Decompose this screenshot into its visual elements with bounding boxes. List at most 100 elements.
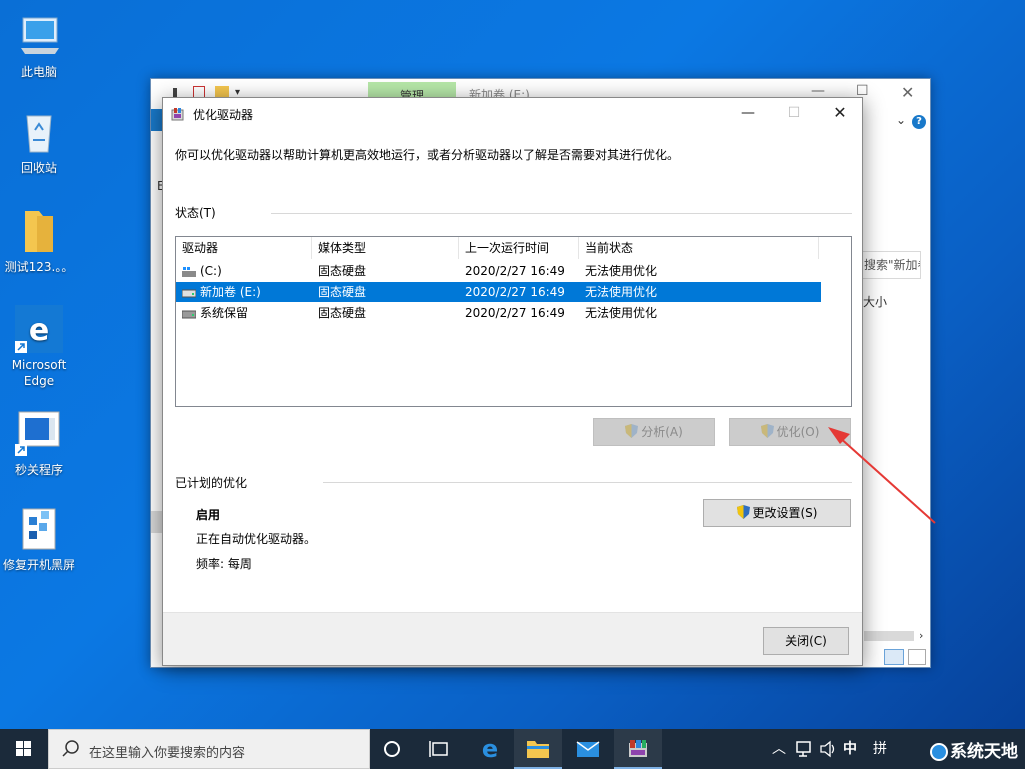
defrag-app-icon bbox=[171, 107, 185, 121]
uac-shield-icon bbox=[736, 502, 750, 519]
mail-icon bbox=[576, 741, 600, 757]
ime-language-indicator[interactable]: 中 bbox=[843, 729, 857, 769]
analyze-button[interactable]: 分析(A) bbox=[593, 418, 715, 446]
drive-last-run: 2020/2/27 16:49 bbox=[465, 285, 565, 299]
cortana-circle-icon bbox=[384, 741, 400, 757]
schedule-description: 正在自动优化驱动器。 bbox=[196, 532, 317, 546]
expand-ribbon-icon[interactable]: ⌄ bbox=[896, 113, 906, 127]
program-icon bbox=[15, 410, 63, 458]
annotation-arrow bbox=[828, 427, 936, 524]
drive-media-type: 固态硬盘 bbox=[318, 264, 367, 278]
drive-media-type: 固态硬盘 bbox=[318, 285, 367, 299]
maximize-icon: ☐ bbox=[787, 105, 801, 121]
status-label: 状态(T) bbox=[175, 206, 216, 220]
search-icon bbox=[61, 739, 81, 762]
taskbar-search-placeholder: 在这里输入你要搜索的内容 bbox=[89, 746, 246, 761]
watermark-globe-icon bbox=[930, 743, 948, 761]
desktop-icon-repair[interactable]: 修复开机黑屏 bbox=[0, 505, 81, 573]
optimize-button-label: 优化(O) bbox=[776, 425, 820, 439]
drive-row-e[interactable]: 新加卷 (E:) 固态硬盘 2020/2/27 16:49 无法使用优化 bbox=[176, 282, 821, 302]
details-view-icon[interactable] bbox=[884, 649, 904, 665]
task-view-icon-button[interactable] bbox=[416, 729, 464, 769]
ime-mode-indicator[interactable]: 拼 bbox=[873, 729, 887, 769]
volume-icon[interactable] bbox=[819, 729, 837, 769]
edge-icon: e bbox=[15, 305, 63, 353]
uac-shield-icon bbox=[760, 421, 774, 438]
uac-shield-icon bbox=[625, 421, 639, 438]
defrag-app-icon bbox=[629, 740, 647, 757]
folder-icon bbox=[15, 207, 63, 255]
desktop-icon-label: 修复开机黑屏 bbox=[2, 558, 75, 572]
drive-list[interactable]: 驱动器 媒体类型 上一次运行时间 当前状态 (C:) 固态硬盘 2020/2/2… bbox=[175, 236, 852, 407]
desktop-icon-this-pc[interactable]: 此电脑 bbox=[1, 12, 77, 80]
svg-text:e: e bbox=[482, 735, 498, 763]
drive-row-system-reserved[interactable]: 系统保留 固态硬盘 2020/2/27 16:49 无法使用优化 bbox=[176, 303, 821, 323]
drive-icon bbox=[181, 308, 197, 319]
drive-last-run: 2020/2/27 16:49 bbox=[465, 306, 565, 320]
optimize-drives-dialog[interactable]: 优化驱动器 — ☐ ✕ 你可以优化驱动器以帮助计算机更高效地运行，或者分析驱动器… bbox=[162, 97, 863, 666]
column-header-current-status[interactable]: 当前状态 bbox=[579, 237, 819, 259]
search-input[interactable]: 搜索"新加卷 (E:)" bbox=[859, 251, 921, 279]
watermark-text: 系统天地 bbox=[950, 742, 1018, 762]
drive-last-run: 2020/2/27 16:49 bbox=[465, 264, 565, 278]
status-divider bbox=[271, 213, 852, 214]
minimize-icon[interactable]: — bbox=[725, 98, 771, 128]
taskbar-file-explorer[interactable] bbox=[514, 729, 562, 769]
desktop-icon-quick-close[interactable]: 秒关程序 bbox=[1, 410, 77, 478]
svg-text:e: e bbox=[29, 313, 49, 348]
show-hidden-icons[interactable]: ︿ bbox=[772, 729, 786, 769]
column-header-size[interactable]: 大小 bbox=[863, 293, 887, 310]
dialog-title: 优化驱动器 bbox=[193, 108, 254, 122]
repair-tool-icon bbox=[15, 505, 63, 553]
drive-row-c[interactable]: (C:) 固态硬盘 2020/2/27 16:49 无法使用优化 bbox=[176, 261, 821, 281]
close-icon[interactable]: ✕ bbox=[901, 83, 914, 102]
desktop-icon-label: 回收站 bbox=[20, 161, 57, 175]
close-button[interactable]: 关闭(C) bbox=[763, 627, 849, 655]
analyze-button-label: 分析(A) bbox=[641, 425, 683, 439]
desktop-icon-recycle-bin[interactable]: 回收站 bbox=[1, 108, 77, 176]
drive-name: (C:) bbox=[200, 264, 222, 278]
taskbar-mail[interactable] bbox=[564, 729, 612, 769]
start-button[interactable] bbox=[0, 729, 48, 769]
drive-status: 无法使用优化 bbox=[585, 306, 658, 320]
dialog-titlebar: 优化驱动器 — ☐ ✕ bbox=[163, 98, 862, 130]
close-icon[interactable]: ✕ bbox=[817, 98, 863, 128]
drive-status: 无法使用优化 bbox=[585, 264, 658, 278]
windows-drive-icon bbox=[182, 266, 196, 277]
dialog-footer: 关闭(C) bbox=[163, 612, 862, 665]
help-icon[interactable]: ? bbox=[912, 115, 926, 129]
taskbar-search-box[interactable]: 在这里输入你要搜索的内容 bbox=[48, 729, 370, 769]
dialog-description: 你可以优化驱动器以帮助计算机更高效地运行，或者分析驱动器以了解是否需要对其进行优… bbox=[175, 148, 680, 162]
taskbar: 在这里输入你要搜索的内容 e ︿ 中 拼 bbox=[0, 729, 1025, 769]
network-icon[interactable] bbox=[795, 729, 813, 769]
watermark-logo: 系统天地 bbox=[928, 735, 1025, 769]
column-header-media-type[interactable]: 媒体类型 bbox=[312, 237, 459, 259]
schedule-state: 启用 bbox=[196, 508, 221, 522]
schedule-frequency: 频率: 每周 bbox=[196, 557, 252, 571]
taskbar-edge[interactable]: e bbox=[466, 729, 514, 769]
drive-icon bbox=[181, 287, 197, 298]
drive-list-header: 驱动器 媒体类型 上一次运行时间 当前状态 bbox=[176, 237, 821, 259]
taskbar-defrag[interactable] bbox=[614, 729, 662, 769]
desktop-icon-folder[interactable]: 测试123.。。 bbox=[0, 207, 82, 275]
desktop-icon-label: 测试123.。。 bbox=[4, 260, 74, 274]
recycle-bin-icon bbox=[15, 108, 63, 156]
windows-logo-icon bbox=[16, 741, 31, 756]
drive-status: 无法使用优化 bbox=[585, 285, 658, 299]
scheduled-divider bbox=[323, 482, 852, 483]
desktop-icon-label: 此电脑 bbox=[20, 65, 57, 79]
change-settings-label: 更改设置(S) bbox=[752, 506, 818, 520]
column-header-last-run[interactable]: 上一次运行时间 bbox=[459, 237, 579, 259]
edge-icon: e bbox=[482, 735, 498, 763]
desktop-icon-edge[interactable]: e Microsoft Edge bbox=[1, 305, 77, 389]
desktop-icon-label: Microsoft Edge bbox=[11, 358, 67, 388]
column-header-drive[interactable]: 驱动器 bbox=[176, 237, 312, 259]
horizontal-scrollbar[interactable] bbox=[864, 631, 914, 641]
drive-media-type: 固态硬盘 bbox=[318, 306, 367, 320]
scroll-right-icon[interactable]: › bbox=[919, 629, 923, 642]
task-view-icon bbox=[429, 741, 448, 757]
computer-icon bbox=[15, 12, 63, 60]
large-icons-view-icon[interactable] bbox=[908, 649, 926, 665]
drive-name: 系统保留 bbox=[200, 306, 249, 320]
task-view-button[interactable] bbox=[368, 729, 416, 769]
